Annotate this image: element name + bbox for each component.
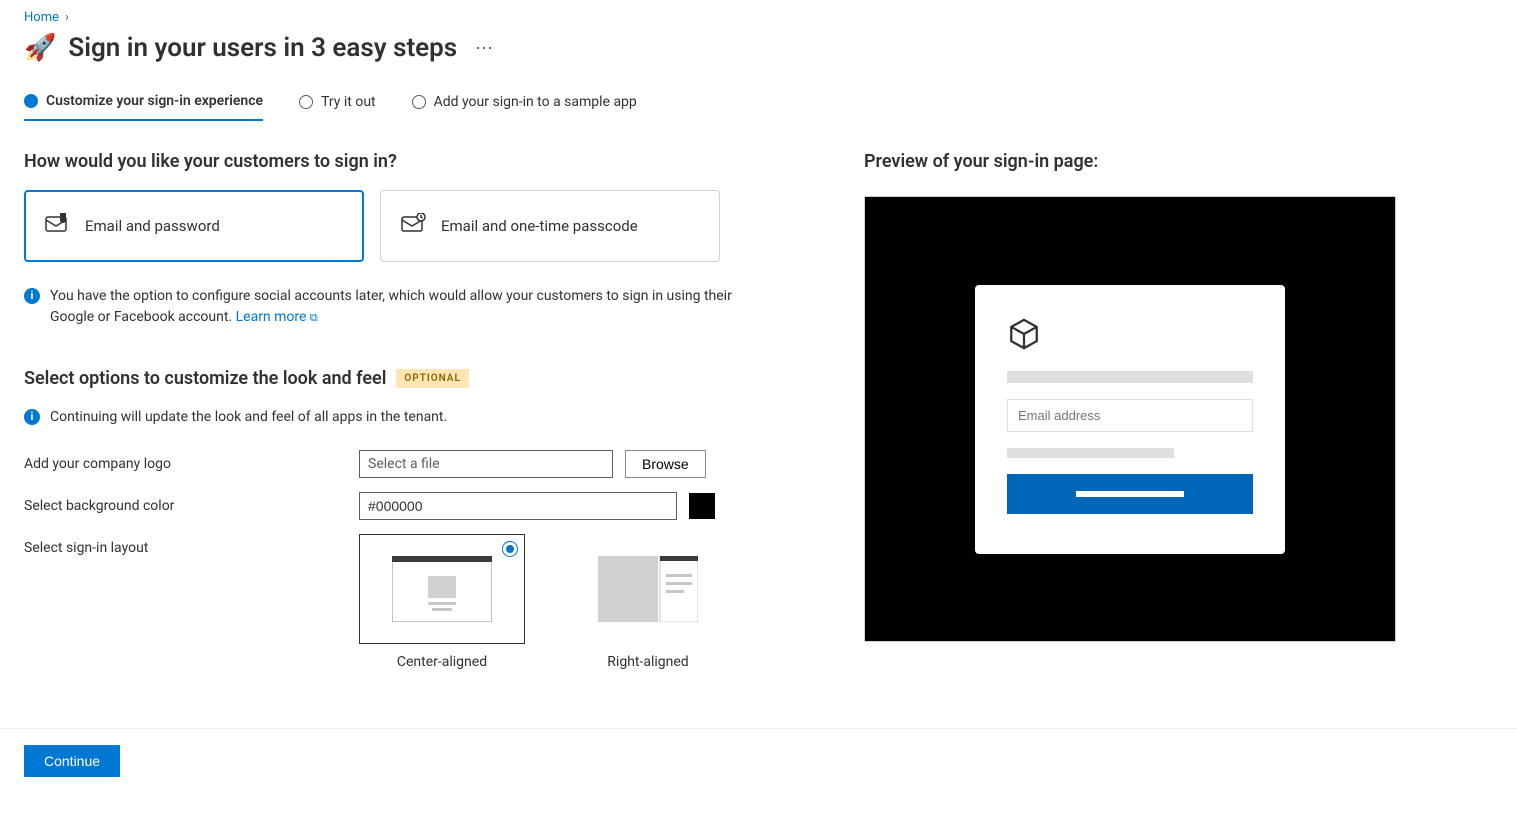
- layout-right-thumb-icon: [598, 556, 698, 622]
- layout-label: Select sign-in layout: [24, 534, 359, 556]
- social-accounts-info: i You have the option to configure socia…: [24, 286, 744, 328]
- layout-option-label: Right-aligned: [607, 654, 688, 670]
- placeholder-bar: [1076, 491, 1184, 497]
- placeholder-bar: [1007, 371, 1253, 383]
- logo-file-input[interactable]: Select a file: [359, 450, 613, 478]
- continue-button[interactable]: Continue: [24, 745, 120, 777]
- info-icon: i: [24, 288, 40, 304]
- page-title: Sign in your users in 3 easy steps: [68, 33, 457, 63]
- signin-option-label: Email and one-time passcode: [441, 217, 638, 235]
- footer-bar: Continue: [0, 728, 1517, 793]
- info-icon: i: [24, 409, 40, 425]
- breadcrumb: Home ›: [24, 10, 1493, 25]
- optional-badge: OPTIONAL: [396, 369, 468, 388]
- color-swatch[interactable]: [689, 493, 715, 519]
- preview-signin-card: [975, 285, 1285, 554]
- radio-filled-icon: [24, 94, 38, 108]
- signin-option-email-password[interactable]: Email and password: [24, 190, 364, 262]
- tab-sample-app[interactable]: Add your sign-in to a sample app: [412, 93, 637, 121]
- layout-option-label: Center-aligned: [397, 654, 487, 670]
- tab-label: Add your sign-in to a sample app: [434, 94, 637, 110]
- preview-heading: Preview of your sign-in page:: [864, 151, 1404, 172]
- learn-more-link[interactable]: Learn more ⧉: [236, 309, 318, 325]
- tab-label: Try it out: [321, 94, 376, 110]
- external-link-icon: ⧉: [310, 311, 318, 324]
- signin-option-email-passcode[interactable]: Email and one-time passcode: [380, 190, 720, 262]
- browse-button[interactable]: Browse: [625, 450, 706, 478]
- tab-try-it-out[interactable]: Try it out: [299, 93, 376, 121]
- mail-clock-icon: [401, 213, 427, 239]
- rocket-icon: 🚀: [24, 35, 56, 61]
- tab-label: Customize your sign-in experience: [46, 93, 263, 109]
- customize-heading: Select options to customize the look and…: [24, 368, 386, 389]
- tenant-update-info: i Continuing will update the look and fe…: [24, 407, 744, 428]
- signin-method-heading: How would you like your customers to sig…: [24, 151, 744, 172]
- preview-email-input: [1007, 399, 1253, 432]
- placeholder-bar: [1007, 448, 1174, 458]
- package-icon: [1007, 317, 1253, 355]
- breadcrumb-home[interactable]: Home: [24, 10, 59, 25]
- chevron-right-icon: ›: [65, 10, 69, 25]
- radio-empty-icon: [412, 95, 426, 109]
- signin-option-label: Email and password: [85, 217, 220, 235]
- info-text: You have the option to configure social …: [50, 288, 732, 325]
- layout-center-thumb-icon: [392, 556, 492, 622]
- logo-label: Add your company logo: [24, 450, 359, 472]
- radio-empty-icon: [299, 95, 313, 109]
- bg-color-input[interactable]: [359, 492, 677, 520]
- info-text: Continuing will update the look and feel…: [50, 407, 447, 428]
- preview-area: [864, 196, 1396, 642]
- layout-option-center[interactable]: Center-aligned: [359, 534, 525, 670]
- layout-option-right[interactable]: Right-aligned: [565, 534, 731, 670]
- mail-shield-icon: [45, 213, 71, 239]
- bg-color-label: Select background color: [24, 492, 359, 514]
- tab-customize[interactable]: Customize your sign-in experience: [24, 93, 263, 121]
- radio-selected-icon: [502, 541, 518, 557]
- wizard-tabs: Customize your sign-in experience Try it…: [24, 93, 1493, 121]
- more-icon[interactable]: ⋯: [469, 34, 501, 63]
- preview-submit-button: [1007, 474, 1253, 514]
